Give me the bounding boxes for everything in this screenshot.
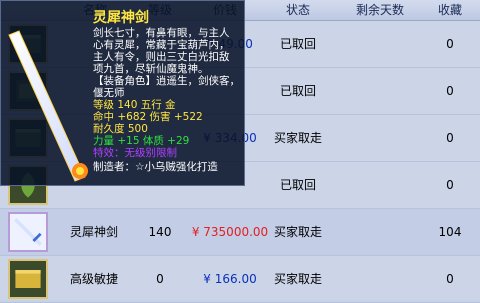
item-fav: 0 — [446, 131, 454, 145]
tooltip-line-3: 项九首，尽斩仙魔鬼神。 — [93, 63, 209, 75]
col-status: 状态 — [285, 3, 310, 17]
item-fav: 0 — [446, 272, 454, 286]
item-level: 0 — [156, 272, 164, 286]
tooltip-stats-line: 耐久度 500 — [93, 123, 148, 135]
tooltip-title: 灵犀神剑 — [93, 10, 149, 26]
item-status: 已取回 — [279, 37, 316, 51]
tooltip-maker-line: 制造者：☆小乌贼强化打造 — [93, 161, 218, 173]
item-fav: 0 — [446, 178, 454, 192]
item-status: 买家取走 — [273, 131, 322, 145]
table-row[interactable]: 灵犀神剑 140 ¥ 735000.00 买家取走 104 — [0, 209, 480, 256]
tooltip-line-5: 偃无师 — [93, 87, 125, 99]
col-days: 剩余天数 — [355, 3, 404, 17]
tooltip-stats-line: 等级 140 五行 金 — [93, 99, 176, 111]
sword-icon — [8, 30, 88, 182]
table-row[interactable]: 高级敏捷 0 ¥ 166.00 买家取走 0 — [0, 256, 480, 303]
tooltip-bonus-line: 力量 +15 体质 +29 — [93, 135, 190, 147]
item-status: 买家取走 — [273, 272, 322, 286]
tooltip-effect-line: 特效：无级别限制 — [93, 147, 177, 159]
item-price: ¥ 166.00 — [203, 272, 257, 286]
item-status: 买家取走 — [273, 225, 322, 239]
item-fav: 104 — [438, 225, 462, 239]
tooltip-line-4: 【装备角色】逍遥生，剑侠客， — [93, 75, 240, 87]
tooltip-stats-line: 命中 +682 伤害 +522 — [93, 111, 203, 123]
sword-icon — [8, 212, 48, 252]
item-price: ¥ 735000.00 — [191, 225, 269, 239]
col-fav: 收藏 — [437, 3, 462, 17]
item-tooltip: 灵犀神剑 剑长七寸，有鼻有眼，与主人 心有灵犀，常藏于宝葫芦内， 主人有令，则出… — [0, 0, 245, 186]
item-fav: 0 — [446, 37, 454, 51]
tooltip-line-2: 主人有令，则出三丈白光扣敌 — [93, 51, 230, 63]
gold-scroll-icon — [8, 259, 48, 299]
item-level: 140 — [148, 225, 172, 239]
trade-record-panel: 名称 等级 价钱 状态 剩余天数 收藏 ¥ 49.00 已取回 0 已取回 0 … — [0, 0, 480, 303]
item-status: 已取回 — [279, 84, 316, 98]
item-status: 已取回 — [279, 178, 316, 192]
tooltip-line-1: 心有灵犀，常藏于宝葫芦内， — [93, 39, 230, 51]
tooltip-line-0: 剑长七寸，有鼻有眼，与主人 — [93, 27, 230, 39]
item-fav: 0 — [446, 84, 454, 98]
